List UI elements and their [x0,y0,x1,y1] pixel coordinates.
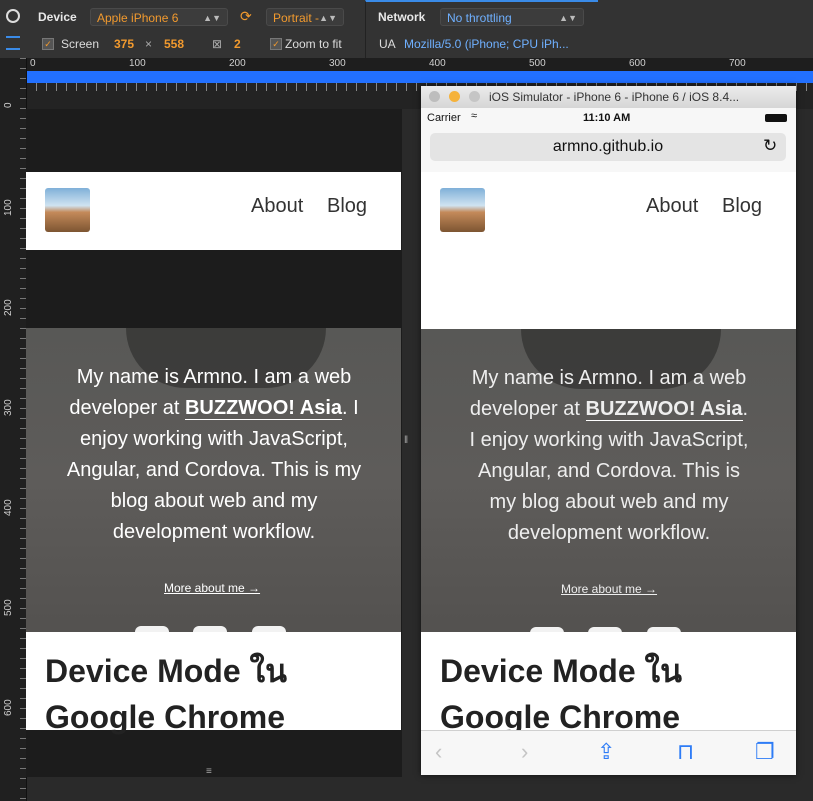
ruler-tick-label: 500 [3,599,14,616]
ios-simulator-window: iOS Simulator - iPhone 6 - iPhone 6 / iO… [421,86,796,775]
ruler-tick-label: 700 [729,58,746,69]
ruler-tick-label: 100 [129,58,146,69]
url-text: armno.github.io [552,138,664,155]
ruler-tick-label: 300 [329,58,346,69]
ruler-tick-label: 200 [3,299,14,316]
network-value: No throttling [447,11,512,25]
post-section: Device Mode ใน Google Chrome [421,632,796,735]
resize-handle-bottom[interactable]: ≡ [206,766,212,777]
chevron-down-icon: ▲▼ [559,13,577,23]
resize-handle-right[interactable]: ‖ [404,435,408,446]
ua-input[interactable]: Mozilla/5.0 (iPhone; CPU iPh... [404,37,569,51]
hero-text: My name is Armno. I am a web developer a… [64,362,364,548]
zoom-label: Zoom to fit [285,37,342,51]
ruler-tick-label: 0 [30,58,36,69]
simulator-titlebar: iOS Simulator - iPhone 6 - iPhone 6 / iO… [421,86,796,109]
ruler-tick-label: 600 [629,58,646,69]
dpr-icon: ⊠ [212,37,223,51]
device-select[interactable]: Apple iPhone 6 ▲▼ [90,8,228,26]
device-label: Device [38,10,77,24]
device-mode-icon[interactable] [6,36,20,50]
more-about-link[interactable]: More about me → [164,581,260,595]
nav-blog[interactable]: Blog [327,195,367,218]
site-header: About Blog [421,172,796,250]
devtools-toolbar: Device Apple iPhone 6 ▲▼ ⟳ Portrait - ▲▼… [0,0,813,59]
status-bar: Carrier ≈ 11:10 AM [421,108,796,128]
ruler-tick-label: 100 [3,199,14,216]
screen-label: Screen [61,37,100,51]
bookmarks-icon[interactable]: ⊓ [677,739,694,765]
share-icon[interactable]: ⇪ [597,739,615,765]
orientation-select[interactable]: Portrait - ▲▼ [266,8,344,26]
forward-icon[interactable]: › [521,739,528,765]
no-entry-icon[interactable] [6,9,20,23]
screen-checkbox[interactable]: ✓ [42,38,54,50]
orientation-value: Portrait - [273,11,320,25]
close-button[interactable] [429,91,440,102]
more-about-link[interactable]: More about me → [561,582,657,596]
ruler-tick-label: 500 [529,58,546,69]
site-header: About Blog [26,172,401,250]
company-link[interactable]: BUZZWOO! Asia [585,398,743,421]
ua-label: UA [379,37,396,51]
chevron-down-icon: ▲▼ [203,13,221,23]
emulated-viewport: About Blog My name is Armno. I am a web … [26,109,402,777]
tabs-icon[interactable]: ❐ [755,739,775,765]
screen-height-input[interactable]: 558 [164,37,184,51]
wifi-icon: ≈ [471,110,478,122]
carrier-label: Carrier [427,112,461,124]
ruler-tick-label: 400 [429,58,446,69]
vertical-ruler: 0 100 200 300 400 500 600 [0,58,27,801]
ruler-tick-label: 300 [3,399,14,416]
zoom-button[interactable] [469,91,480,102]
times-sign: × [145,37,153,51]
simulator-title: iOS Simulator - iPhone 6 - iPhone 6 / iO… [489,90,740,104]
post-title[interactable]: Device Mode ใน Google Chrome [440,648,770,740]
avatar[interactable] [440,188,485,232]
avatar[interactable] [45,188,90,232]
hero-text: My name is Armno. I am a web developer a… [469,363,749,549]
minimize-button[interactable] [449,91,460,102]
post-section: Device Mode ใน Google Chrome [26,632,401,735]
nav-about[interactable]: About [251,195,303,218]
network-label: Network [378,10,426,24]
nav-blog[interactable]: Blog [722,195,762,218]
post-title[interactable]: Device Mode ใน Google Chrome [45,648,375,740]
battery-icon [765,114,787,122]
company-link[interactable]: BUZZWOO! Asia [184,397,342,420]
address-bar-area: armno.github.io ↻ [421,128,796,173]
media-query-bar[interactable] [26,71,813,83]
rotate-icon[interactable]: ⟳ [240,8,252,25]
ruler-tick-label: 400 [3,499,14,516]
dpr-input[interactable]: 2 [234,37,241,51]
chevron-down-icon: ▲▼ [319,13,337,23]
horizontal-ruler: 0 100 200 300 400 500 600 700 [26,58,813,71]
nav-about[interactable]: About [646,195,698,218]
ruler-tick-label: 200 [229,58,246,69]
device-select-value: Apple iPhone 6 [97,11,179,25]
reload-icon[interactable]: ↻ [763,136,777,156]
clock: 11:10 AM [583,112,631,124]
back-icon[interactable]: ‹ [435,739,442,765]
ruler-tick-label: 600 [3,699,14,716]
zoom-checkbox[interactable]: ✓ [270,38,282,50]
screen-width-input[interactable]: 375 [114,37,134,51]
url-field[interactable]: armno.github.io [430,133,786,161]
network-select[interactable]: No throttling ▲▼ [440,8,584,26]
safari-toolbar: ‹ › ⇪ ⊓ ❐ [421,730,796,775]
ruler-tick-label: 0 [3,102,14,108]
